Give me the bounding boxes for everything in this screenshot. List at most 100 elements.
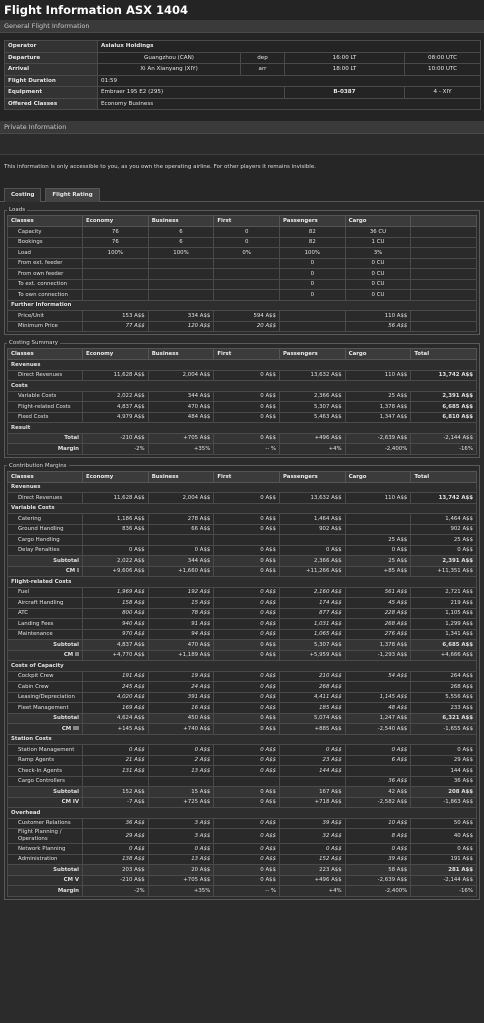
- cell-value: 0 A$$: [213, 586, 280, 598]
- cell-value: 1 CU: [344, 236, 412, 248]
- cell-value: 100%: [279, 247, 346, 259]
- tab-flight-rating[interactable]: Flight Rating: [45, 188, 100, 202]
- cell-value: -2,400%: [344, 885, 412, 897]
- capacity-subtotal-row-label: Subtotal: [6, 712, 84, 724]
- cell-value: 0 A$$: [213, 853, 280, 865]
- min-price-row: Minimum Price 77 A$$ 120 A$$ 20 A$$ 56 A$$: [6, 320, 477, 332]
- fixed-costs-row-label: Fixed Costs: [6, 411, 84, 423]
- cell-value: 0 A$$: [213, 702, 280, 714]
- section-title: Result: [7, 422, 477, 434]
- cell-value: 0: [213, 226, 280, 238]
- section-title: Flight-related Costs: [7, 576, 477, 588]
- own-feeder-row: From own feeder 0 0 CU: [6, 268, 477, 280]
- cell-value: 0 A$$: [213, 670, 280, 682]
- cell-value: [410, 257, 477, 269]
- cell-value: -16%: [410, 443, 477, 455]
- variable-costs-row-label: Variable Costs: [6, 390, 84, 402]
- cell-value: 24 A$$: [147, 681, 215, 693]
- cell-value: 36 CU: [344, 226, 412, 238]
- cell-value: 42 A$$: [344, 786, 412, 798]
- landing-fees-row: Landing Fees 940 A$$ 91 A$$ 0 A$$ 1,031 A$$ 2…: [6, 618, 477, 630]
- cell-value: 0 A$$: [213, 523, 280, 535]
- cell-value: [410, 310, 477, 322]
- maintenance-row-label: Maintenance: [6, 628, 84, 640]
- cell-value: 8 A$$: [344, 828, 412, 844]
- cell-value: 13 A$$: [147, 853, 215, 865]
- arrival-airport[interactable]: Xi An Xianyang (XIY): [97, 63, 241, 76]
- cell-value: [344, 765, 412, 777]
- column-header: Total: [410, 348, 477, 360]
- cell-value: +145 A$$: [82, 723, 149, 735]
- loads-panel: Loads Classes Economy Business First Passeng…: [4, 207, 480, 335]
- load-row-label: Load: [6, 247, 84, 259]
- leasing-row-label: Leasing/Depreciation: [6, 691, 84, 703]
- cell-value: +496 A$$: [279, 432, 346, 444]
- direct-revenues-row: Direct Revenues 11,628 A$$ 2,004 A$$ 0 A$$ 1…: [6, 369, 477, 381]
- cell-value: 1,378 A$$: [344, 639, 412, 651]
- cell-value: 278 A$$: [147, 513, 215, 525]
- registration[interactable]: B-0387: [284, 86, 405, 99]
- column-header: Classes: [6, 470, 84, 483]
- cell-value: [344, 513, 412, 525]
- section-title: Station Costs: [7, 733, 477, 745]
- cell-value: 152 A$$: [82, 786, 149, 798]
- equipment-row: Equipment Embraer 195 E2 (295) B-0387 4 …: [4, 86, 482, 99]
- cell-value: 25 A$$: [344, 555, 412, 567]
- cell-value: 0 A$$: [213, 618, 280, 630]
- cm1-row-label: CM I: [6, 565, 84, 577]
- cell-value: 2,004 A$$: [147, 492, 215, 504]
- cell-value: 110 A$$: [344, 310, 412, 322]
- cell-value: [147, 257, 215, 269]
- cell-value: 32 A$$: [279, 828, 346, 844]
- cell-value: 0 A$$: [213, 817, 280, 829]
- route-number[interactable]: 4 - XIY: [403, 86, 482, 99]
- atc-row-label: ATC: [6, 607, 84, 619]
- cell-value: 6,685 A$$: [410, 401, 477, 413]
- arrival-row: Arrival Xi An Xianyang (XIY) arr 18:00 L…: [4, 63, 482, 76]
- cell-value: 2,366 A$$: [279, 555, 346, 567]
- section-title: Revenues: [7, 481, 477, 493]
- cell-value: 0 A$$: [213, 544, 280, 556]
- cell-value: [147, 534, 215, 546]
- cell-value: 15 A$$: [147, 786, 215, 798]
- classes-value: Economy Business: [96, 97, 482, 110]
- cell-value: -2,540 A$$: [344, 723, 412, 735]
- column-header: Cargo: [344, 470, 412, 483]
- section-title: Further Information: [7, 299, 477, 311]
- cell-value: 20 A$$: [147, 864, 215, 876]
- cell-value: 470 A$$: [147, 639, 215, 651]
- cell-value: -2,144 A$$: [410, 432, 477, 444]
- cell-value: 0 CU: [344, 257, 412, 269]
- tab-costing[interactable]: Costing: [4, 188, 42, 202]
- cell-value: 902 A$$: [279, 523, 346, 535]
- cell-value: [147, 278, 215, 290]
- cell-value: 144 A$$: [410, 765, 477, 777]
- cell-value: 6,810 A$$: [410, 411, 477, 423]
- operator-value[interactable]: Asialux Holdings: [96, 40, 482, 53]
- departure-airport[interactable]: Guangzhou (CAN): [97, 51, 241, 64]
- cell-value: 58 A$$: [344, 864, 412, 876]
- ground-handling-row-label: Ground Handling: [6, 523, 84, 535]
- variable-subtotal-row-label: Subtotal: [6, 555, 84, 567]
- cockpit-crew-row: Cockpit Crew 191 A$$ 19 A$$ 0 A$$ 210 A$$ 54 …: [6, 670, 477, 682]
- section-title: Overhead: [7, 807, 477, 819]
- direct-revenues-row-label: Direct Revenues: [6, 492, 84, 504]
- cell-value: -2%: [82, 885, 149, 897]
- cell-value: 2,004 A$$: [147, 369, 215, 381]
- cell-value: 0 A$$: [213, 796, 280, 808]
- cabin-crew-row-label: Cabin Crew: [6, 681, 84, 693]
- equipment-value[interactable]: Embraer 195 E2 (295): [97, 86, 285, 99]
- cell-value: +5,959 A$$: [279, 649, 346, 661]
- column-header: Economy: [82, 348, 149, 360]
- direct-revenues-row-label: Direct Revenues: [6, 369, 84, 381]
- loads-table: Classes Economy Business First Passengers Car…: [6, 215, 477, 332]
- header-row: Classes Economy Business First Passengers Car…: [6, 215, 477, 227]
- column-header: First: [213, 348, 280, 360]
- ramp-agents-row: Ramp Agents 21 A$$ 2 A$$ 0 A$$ 23 A$$ 6 A$$ 29…: [6, 754, 477, 766]
- cell-value: [213, 257, 280, 269]
- cell-value: 0 A$$: [213, 691, 280, 703]
- duration-label: Flight Duration: [4, 74, 98, 87]
- cm4-row-label: CM IV: [6, 796, 84, 808]
- cell-value: 0 A$$: [213, 843, 280, 855]
- column-header: Business: [147, 215, 215, 227]
